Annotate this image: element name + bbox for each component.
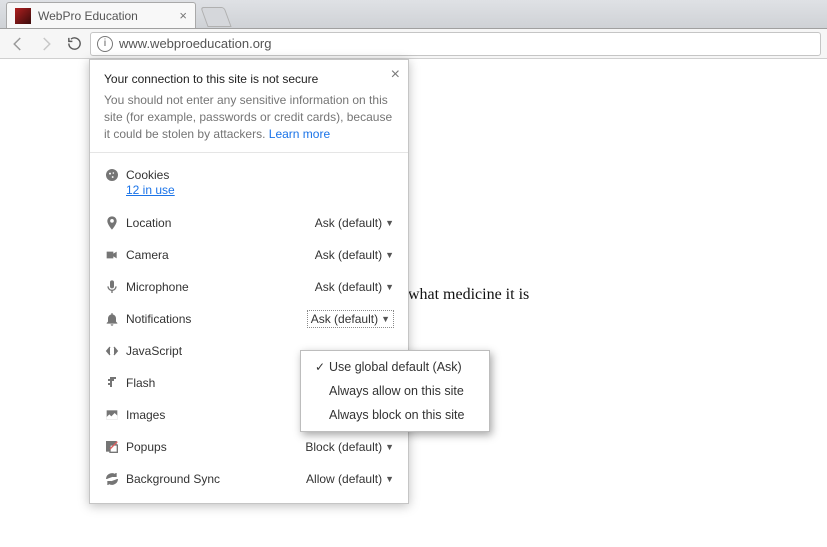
cookies-label: Cookies [126, 168, 394, 182]
security-title: Your connection to this site is not secu… [104, 72, 394, 86]
dropdown-option-block[interactable]: Always block on this site [301, 403, 489, 427]
perm-row-notifications: Notifications Ask (default)▼ [90, 303, 408, 335]
toolbar: i www.webproeducation.org [0, 29, 827, 59]
check-icon: ✓ [311, 360, 329, 374]
perm-value-location[interactable]: Ask (default)▼ [315, 216, 394, 230]
microphone-icon [104, 279, 126, 295]
images-icon [104, 407, 126, 423]
perm-label: Notifications [126, 312, 307, 326]
bell-icon [104, 311, 126, 327]
tab-close-icon[interactable]: × [179, 8, 187, 23]
permission-list: Cookies 12 in use Location Ask (default)… [90, 153, 408, 503]
reload-button[interactable] [62, 32, 86, 56]
perm-label: Popups [126, 440, 305, 454]
dropdown-option-allow[interactable]: Always allow on this site [301, 379, 489, 403]
perm-label: Location [126, 216, 315, 230]
perm-value-camera[interactable]: Ask (default)▼ [315, 248, 394, 262]
notifications-dropdown: ✓ Use global default (Ask) Always allow … [300, 350, 490, 432]
camera-icon [104, 247, 126, 263]
flash-icon [104, 375, 126, 391]
tab-title: WebPro Education [38, 9, 172, 23]
dropdown-option-label: Use global default (Ask) [329, 360, 462, 374]
dropdown-option-label: Always allow on this site [329, 384, 464, 398]
cookies-row[interactable]: Cookies [90, 161, 408, 183]
perm-value-popups[interactable]: Block (default)▼ [305, 440, 394, 454]
perm-value-notifications[interactable]: Ask (default)▼ [307, 310, 394, 328]
javascript-icon [104, 343, 126, 359]
new-tab-button[interactable] [200, 7, 231, 27]
popover-close-icon[interactable]: × [391, 66, 400, 84]
dropdown-option-label: Always block on this site [329, 408, 464, 422]
perm-value-microphone[interactable]: Ask (default)▼ [315, 280, 394, 294]
sync-icon [104, 471, 126, 487]
cookies-in-use-link[interactable]: 12 in use [126, 183, 175, 197]
perm-label: Microphone [126, 280, 315, 294]
learn-more-link[interactable]: Learn more [269, 127, 330, 141]
caret-icon: ▼ [385, 218, 394, 228]
cookie-icon [104, 167, 126, 183]
caret-icon: ▼ [385, 442, 394, 452]
perm-label: Background Sync [126, 472, 306, 486]
site-info-popover: × Your connection to this site is not se… [89, 59, 409, 504]
popups-icon [104, 439, 126, 455]
perm-row-camera: Camera Ask (default)▼ [90, 239, 408, 271]
address-bar[interactable]: i www.webproeducation.org [90, 32, 821, 56]
perm-value-bgsync[interactable]: Allow (default)▼ [306, 472, 394, 486]
caret-icon: ▼ [381, 314, 390, 324]
perm-row-popups: Popups Block (default)▼ [90, 431, 408, 463]
caret-icon: ▼ [385, 282, 394, 292]
perm-row-bgsync: Background Sync Allow (default)▼ [90, 463, 408, 495]
forward-button[interactable] [34, 32, 58, 56]
perm-label: Camera [126, 248, 315, 262]
tab-favicon [15, 8, 31, 24]
site-info-icon[interactable]: i [97, 36, 113, 52]
perm-row-location: Location Ask (default)▼ [90, 207, 408, 239]
caret-icon: ▼ [385, 250, 394, 260]
url-text: www.webproeducation.org [119, 36, 271, 51]
perm-row-microphone: Microphone Ask (default)▼ [90, 271, 408, 303]
browser-tab[interactable]: WebPro Education × [6, 2, 196, 28]
security-description: You should not enter any sensitive infor… [104, 92, 394, 142]
back-button[interactable] [6, 32, 30, 56]
caret-icon: ▼ [385, 474, 394, 484]
content-area: WebPro Education Tools and Software post… [0, 59, 827, 547]
dropdown-option-default[interactable]: ✓ Use global default (Ask) [301, 355, 489, 379]
tab-strip: WebPro Education × [0, 0, 827, 29]
perm-label: Images [126, 408, 306, 422]
location-icon [104, 215, 126, 231]
